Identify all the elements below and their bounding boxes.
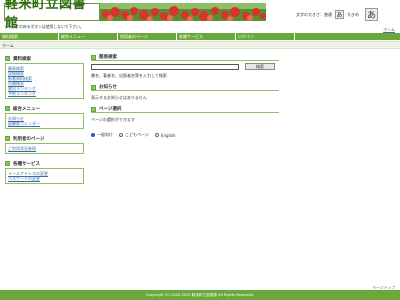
search-button[interactable]: 検索 (245, 63, 275, 70)
sidebar-link-calendar[interactable]: 図書館カレンダー (8, 121, 81, 126)
sidebar-section-header: 総合メニュー (5, 105, 84, 112)
bullet-icon (91, 54, 96, 60)
radio-kids[interactable]: こどもページ (119, 132, 149, 138)
radio-label: こどもページ (125, 132, 149, 137)
section-title: ページ選択 (99, 107, 122, 112)
sidebar-section-header: 資料検索 (5, 55, 84, 62)
font-size-medium-label: 大きめ (347, 11, 359, 17)
sidebar-link-reservation-ranking[interactable]: 予約ランキング (8, 91, 81, 96)
sidebar: 資料検索 簡易検索 詳細検索 新着資料検索 分類検索 貸出ランキング 予約ランキ… (5, 55, 84, 190)
bullet-icon (5, 136, 10, 141)
search-input[interactable] (91, 63, 239, 70)
nav-item-menu[interactable]: 総合メニュー (59, 33, 118, 40)
sidebar-box-menu: お知らせ 図書館カレンダー (5, 113, 84, 129)
section-header-news: お知らせ (91, 84, 279, 91)
copyright-text: Copyright (C) 2000-2010 軽米町立図書館 All Righ… (145, 293, 255, 297)
nav-item-search[interactable]: 資料検索 (0, 33, 59, 40)
radio-selected-icon[interactable] (91, 133, 95, 137)
radio-label: 一般向け (97, 132, 113, 137)
bullet-icon (91, 106, 96, 112)
font-size-large-button[interactable]: あ (365, 8, 378, 21)
radio-label: English (160, 132, 176, 138)
sidebar-link-usage-status[interactable]: ご利用状況参照 (8, 146, 81, 151)
sidebar-section-title: 資料検索 (13, 56, 31, 62)
bullet-icon (91, 84, 96, 90)
sidebar-box-search: 簡易検索 詳細検索 新着資料検索 分類検索 貸出ランキング 予約ランキング (5, 63, 84, 99)
radio-general[interactable]: 一般向け (91, 132, 113, 138)
font-size-label: 文字の大きさ：普通 (296, 11, 332, 17)
header-photo (100, 3, 266, 21)
search-hint: 書名、著者名、出版者名等を入力して検索 (91, 73, 167, 78)
radio-english[interactable]: English (154, 132, 176, 138)
radio-unselected-icon[interactable] (119, 133, 123, 137)
sidebar-section-title: 各種サービス (13, 161, 40, 167)
sidebar-section-header: 各種サービス (5, 160, 84, 167)
section-header-page-select: ページ選択 (91, 106, 279, 113)
breadcrumb: ホーム (0, 41, 400, 49)
font-size-switcher: 文字の大きさ：普通 あ 大きめ あ (296, 8, 378, 21)
footer: Copyright (C) 2000-2010 軽米町立図書館 All Righ… (0, 290, 400, 300)
sidebar-section-title: 総合メニュー (13, 106, 40, 112)
section-title: 簡易検索 (99, 55, 117, 60)
bullet-icon (5, 106, 10, 111)
browser-back-notice: ブラウザの戻るボタンは使用しないで下さい。 (4, 24, 84, 29)
radio-unselected-icon[interactable] (154, 133, 159, 137)
nav-item-user-page[interactable]: 利用者のページ (118, 33, 177, 40)
font-size-medium-button[interactable]: あ (335, 10, 344, 19)
nav-item-services[interactable]: 各種サービス (177, 33, 236, 40)
sidebar-box-user: ご利用状況参照 (5, 143, 84, 154)
section-title: お知らせ (99, 85, 117, 90)
news-empty-text: 表示するお知らせはありません (91, 95, 147, 100)
main-nav: 資料検索 総合メニュー 利用者のページ 各種サービス ログイン (0, 33, 400, 40)
section-header-search: 簡易検索 (91, 54, 279, 61)
sidebar-link-change-password[interactable]: パスワードの変更 (8, 176, 81, 181)
main-content: 簡易検索 検索 書名、著者名、出版者名等を入力して検索 お知らせ 表示するお知ら… (91, 54, 279, 138)
nav-item-login[interactable]: ログイン (236, 33, 295, 40)
page-select-text: ページの選択ができます (91, 117, 135, 122)
bullet-icon (5, 56, 10, 61)
sidebar-section-header: 利用者のページ (5, 135, 84, 142)
page-select-options: 一般向け こどもページ English (91, 132, 279, 138)
sidebar-section-title: 利用者のページ (13, 136, 45, 142)
sidebar-box-services: メールアドレスの変更 パスワードの変更 (5, 168, 84, 184)
bullet-icon (5, 161, 10, 166)
library-logo[interactable]: 軽米町立図書館 (4, 0, 100, 31)
search-row: 検索 (91, 63, 279, 70)
